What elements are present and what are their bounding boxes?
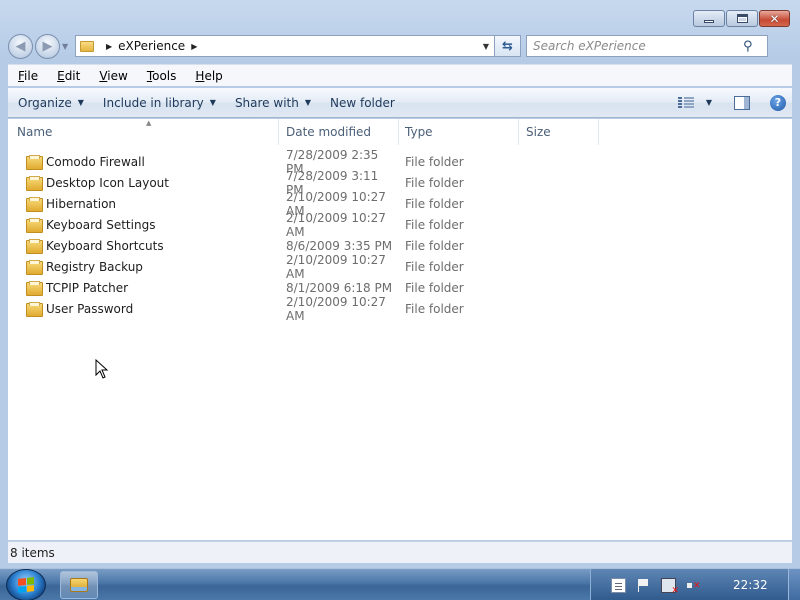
new-folder-button[interactable]: New folder [320,96,404,110]
maximize-icon [736,14,748,23]
file-row[interactable]: User Password 2/10/2009 10:27 AM File fo… [8,295,608,323]
breadcrumb-chevron-icon[interactable]: ▶ [106,42,112,51]
preview-pane-icon[interactable] [734,95,750,110]
address-dropdown-icon[interactable]: ▼ [478,42,494,51]
chevron-down-icon: ▼ [77,98,84,107]
file-name: Hibernation [46,196,117,211]
breadcrumb-experience[interactable]: eXPerience [118,39,185,53]
command-bar-right: ▼ ? [677,94,792,111]
folder-icon [26,260,43,275]
close-button[interactable]: ✕ [759,10,790,27]
include-in-library-button[interactable]: Include in library ▼ [93,96,225,110]
column-header-name[interactable]: ▲ Name [8,119,279,145]
column-header-date-modified[interactable]: Date modified [279,119,399,145]
forward-button[interactable]: ▶ [35,33,60,59]
minimize-button[interactable] [693,10,725,27]
help-icon[interactable]: ? [770,94,786,111]
forward-arrow-icon: ▶ [42,38,53,54]
start-button[interactable] [6,569,46,600]
file-name: Keyboard Shortcuts [46,238,164,253]
search-input[interactable] [533,39,743,53]
search-box[interactable]: ⚲ [526,35,768,57]
recent-pages-dropdown[interactable]: ▼ [62,42,71,51]
file-name: Comodo Firewall [46,154,145,169]
file-type: File folder [405,154,464,169]
menu-view[interactable]: View [89,69,136,83]
file-type: File folder [405,259,464,274]
file-type: File folder [405,238,464,253]
folder-icon [26,302,43,317]
refresh-button[interactable]: ⇆ [495,35,521,57]
file-date: 8/1/2009 6:18 PM [286,280,393,295]
navigation-bar: ◀ ▶ ▼ ▶ eXPerience ▶ ▼ ⇆ ⚲ [8,32,792,60]
show-desktop-button[interactable] [788,569,800,600]
document-icon[interactable] [611,577,626,593]
network-disconnected-icon[interactable] [661,577,679,596]
chevron-down-icon: ▼ [304,98,311,107]
status-bar: 8 items [8,541,792,563]
file-name: Desktop Icon Layout [46,175,169,190]
menu-file[interactable]: File [8,69,47,83]
windows-logo-icon [18,577,34,593]
file-date: 8/6/2009 3:35 PM [286,238,393,253]
file-rows: Comodo Firewall 7/28/2009 2:35 PM File f… [8,148,608,323]
file-date: 2/10/2009 10:27 AM [286,294,386,323]
file-type: File folder [405,301,464,316]
file-list-pane: ▲ Name Date modified Type Size Comodo Fi… [8,119,792,540]
chevron-down-icon: ▼ [209,98,216,107]
menu-edit[interactable]: Edit [47,69,89,83]
back-button[interactable]: ◀ [8,33,33,59]
folder-icon [26,197,43,212]
file-type: File folder [405,280,464,295]
item-count: 8 items [10,545,55,560]
menu-tools[interactable]: Tools [137,69,186,83]
folder-icon [26,176,43,191]
maximize-button[interactable] [726,10,758,27]
notification-area: 22:32 [590,569,800,600]
file-type: File folder [405,175,464,190]
close-icon: ✕ [769,11,780,26]
command-bar: Organize ▼ Include in library ▼ Share with… [8,88,792,118]
file-name: User Password [46,301,134,316]
share-with-button[interactable]: Share with ▼ [225,96,320,110]
breadcrumb-chevron-icon[interactable]: ▶ [191,42,197,51]
address-bar[interactable]: ▶ eXPerience ▶ ▼ [75,35,495,57]
folder-icon [26,155,43,170]
file-name: Registry Backup [46,259,143,274]
back-arrow-icon: ◀ [15,38,26,54]
file-date: 2/10/2009 10:27 AM [286,252,386,281]
file-name: Keyboard Settings [46,217,156,232]
taskbar: 22:32 [0,568,800,600]
mouse-pointer-icon [95,359,109,379]
sort-ascending-icon: ▲ [146,119,152,127]
volume-muted-icon[interactable] [686,578,701,593]
minimize-icon [704,20,714,23]
folder-icon [26,218,43,233]
column-header-type[interactable]: Type [399,119,519,145]
column-header-size[interactable]: Size [519,119,599,145]
file-name: TCPIP Patcher [46,280,129,295]
file-row[interactable]: Keyboard Settings 2/10/2009 10:27 AM Fil… [8,211,608,239]
magnifier-icon[interactable]: ⚲ [743,39,761,54]
views-dropdown-icon[interactable]: ▼ [706,98,712,107]
file-date: 2/10/2009 10:27 AM [286,210,386,239]
folder-icon [80,40,94,52]
action-center-flag-icon[interactable] [636,578,651,593]
file-type: File folder [405,217,464,232]
column-headers: ▲ Name Date modified Type Size [8,119,792,145]
caption-buttons: ✕ [693,10,790,27]
clock[interactable]: 22:32 [733,578,768,592]
file-type: File folder [405,196,464,211]
organize-button[interactable]: Organize ▼ [8,96,93,110]
explorer-window: ✕ ◀ ▶ ▼ ▶ eXPerience ▶ ▼ ⇆ ⚲ File Edit V… [0,0,800,568]
folder-icon [26,239,43,254]
menu-help[interactable]: Help [185,69,231,83]
change-view-icon[interactable] [677,96,694,109]
folder-icon [26,281,43,296]
taskbar-explorer-button[interactable] [60,571,98,599]
file-row[interactable]: Registry Backup 2/10/2009 10:27 AM File … [8,253,608,281]
refresh-icon: ⇆ [502,38,513,54]
explorer-icon [70,578,88,592]
menu-bar: File Edit View Tools Help [8,64,792,86]
